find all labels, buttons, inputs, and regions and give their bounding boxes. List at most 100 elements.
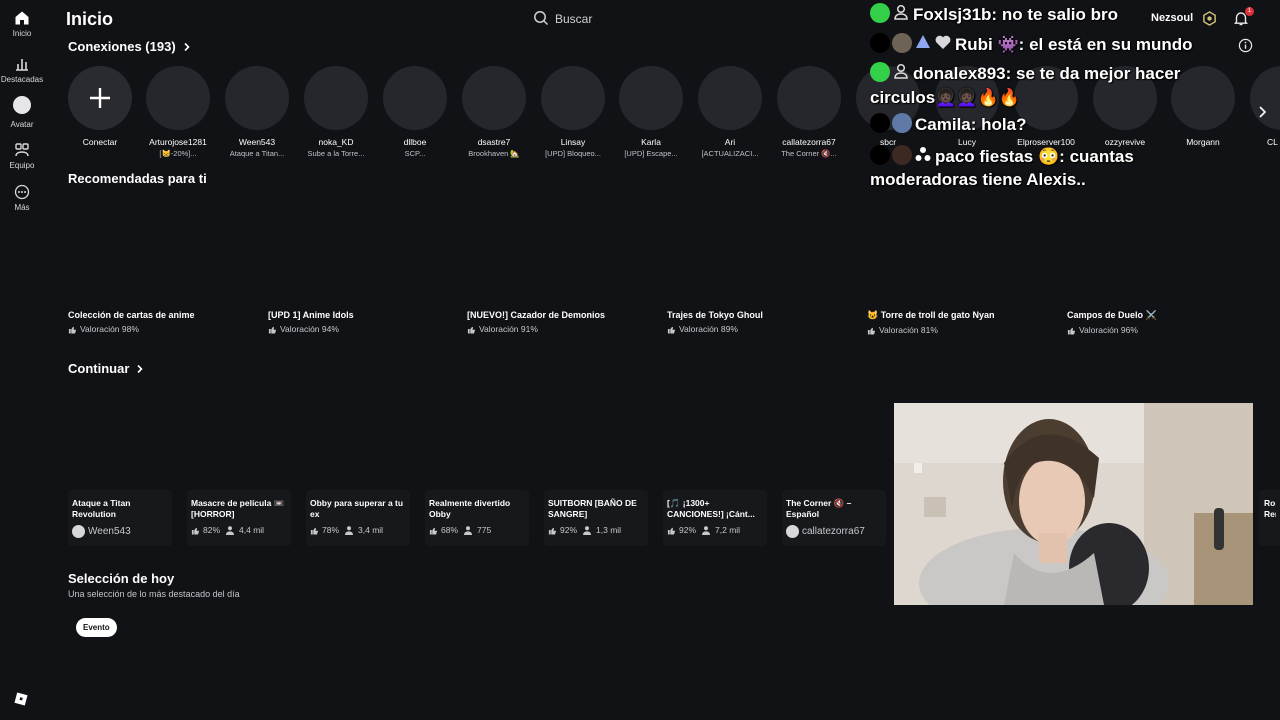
- chat-message: paco fiestas 😳: cuantas: [870, 145, 1134, 168]
- continue-heading[interactable]: Continuar: [68, 361, 145, 376]
- chat-message-continued: moderadoras tiene Alexis..: [870, 169, 1086, 191]
- chat-text: circulos👩🏿‍🦱👩🏿‍🦱🔥🔥: [870, 88, 1020, 107]
- friend-name: Conectar: [82, 137, 118, 147]
- avatar: [698, 66, 762, 130]
- friend-tile[interactable]: dllboe SCP...: [376, 66, 454, 158]
- game-meta: 92% 7,2 mil: [667, 525, 763, 535]
- players-icon: [345, 525, 354, 535]
- game-title: Obby para superar a tu ex: [310, 498, 404, 519]
- chat-text: moderadoras tiene Alexis..: [870, 170, 1086, 189]
- chevron-right-icon: [137, 364, 144, 373]
- continue-title: Continuar: [68, 361, 130, 376]
- scroll-right-arrow-icon[interactable]: [1254, 104, 1270, 120]
- page-title: Inicio: [66, 9, 114, 29]
- thumbs-up-icon: [1067, 327, 1076, 335]
- game-title: Campos de Duelo ⚔️: [1067, 310, 1157, 320]
- creator-name: callatezorra67: [802, 526, 865, 537]
- username[interactable]: Nezsoul: [1151, 12, 1193, 24]
- continue-card[interactable]: SUITBORN [BAÑO DE SANGRE] 92% 1,3 mil: [544, 490, 648, 546]
- thumbs-up-icon: [68, 326, 77, 334]
- game-card[interactable]: 😺 Torre de troll de gato Nyan Valoración…: [867, 195, 1053, 335]
- game-title: [NUEVO!] Cazador de Demonios: [467, 310, 606, 320]
- nav-item-destacadas[interactable]: Destacadas: [0, 56, 44, 84]
- connections-title: Conexiones (193): [68, 39, 176, 54]
- friend-status: [UPD] Escape...: [624, 149, 678, 158]
- nav-item-home[interactable]: Inicio: [0, 10, 44, 38]
- players-text: 1,3 mil: [596, 525, 622, 535]
- game-card[interactable]: Trajes de Tokyo Ghoul Valoración 89%: [667, 195, 853, 334]
- add-connection-button[interactable]: Conectar: [61, 66, 139, 147]
- notification-badge: 1: [1245, 7, 1254, 16]
- game-meta: 82% 4,4 mil: [191, 525, 287, 535]
- players-text: 775: [477, 525, 492, 535]
- friend-name: Arturojose1281: [149, 137, 207, 147]
- game-title: Colección de cartas de anime: [68, 310, 195, 320]
- avatar: [777, 66, 841, 130]
- game-title: Ataque a Titan Revolution: [72, 498, 131, 519]
- chat-text: el está en su mundo: [1029, 35, 1193, 54]
- rating-text: Valoración 98%: [80, 324, 139, 334]
- group-icon: [14, 142, 30, 158]
- chevron-right-icon: [184, 42, 190, 51]
- search-bar[interactable]: Buscar: [533, 10, 592, 28]
- continue-card[interactable]: Masacre de película 📼 [HORROR] 82% 4,4 m…: [187, 490, 291, 546]
- search-icon: [533, 10, 549, 29]
- left-nav-rail: Inicio Destacadas Avatar Equipo Más: [0, 0, 44, 720]
- friend-tile[interactable]: noka_KD Sube a la Torre...: [297, 66, 375, 158]
- chat-text: cuantas: [1069, 147, 1134, 166]
- rating-text: Valoración 91%: [479, 324, 538, 334]
- connections-heading[interactable]: Conexiones (193): [68, 39, 192, 54]
- nav-item-mas[interactable]: Más: [0, 184, 44, 212]
- game-card[interactable]: [UPD 1] Anime Idols Valoración 94%: [268, 195, 454, 334]
- players-text: 7,2 mil: [715, 525, 741, 535]
- info-icon[interactable]: [1238, 38, 1253, 53]
- continue-card[interactable]: Obby para superar a tu ex 78% 3,4 mil: [306, 490, 410, 546]
- rating-text: 68%: [441, 525, 459, 535]
- friend-tile[interactable]: callatezorra67 The Corner 🔇...: [770, 66, 848, 158]
- creator-avatar: [786, 525, 799, 538]
- friend-tile[interactable]: dsastre7 Brookhaven 🏡: [455, 66, 533, 158]
- chat-avatar: [892, 145, 912, 165]
- robux-icon[interactable]: [1202, 11, 1217, 26]
- friend-status: Sube a la Torre...: [307, 149, 365, 158]
- friend-tile[interactable]: Karla [UPD] Escape...: [612, 66, 690, 158]
- continue-card[interactable]: Ataque a Titan Revolution Ween543: [68, 490, 172, 546]
- thumbs-up-icon: [867, 327, 876, 335]
- avatar: [619, 66, 683, 130]
- game-card[interactable]: Campos de Duelo ⚔️ Valoración 96%: [1067, 195, 1253, 335]
- chart-icon: [14, 56, 30, 72]
- search-placeholder: Buscar: [555, 12, 593, 26]
- avatar: [541, 66, 605, 130]
- continue-card[interactable]: Realmente divertido Obby 68% 775: [425, 490, 529, 546]
- chat-username: Camila:: [915, 115, 977, 134]
- recommended-title: Recomendadas para ti: [68, 171, 207, 186]
- nav-item-avatar[interactable]: Avatar: [0, 96, 44, 129]
- friend-name: noka_KD: [318, 137, 354, 147]
- friend-name: Morgann: [1186, 137, 1220, 147]
- nav-label-destacadas: Destacadas: [0, 75, 44, 84]
- event-chip[interactable]: Evento: [76, 618, 117, 637]
- friend-status: [😸-20%]...: [159, 149, 197, 158]
- avatar-icon: [13, 96, 31, 114]
- thumbs-up-icon: [310, 527, 319, 535]
- chat-text: hola?: [981, 115, 1027, 134]
- chat-avatar: [892, 33, 912, 53]
- thumbs-up-icon: [429, 527, 438, 535]
- friend-tile[interactable]: Ari [ACTUALIZACI...: [691, 66, 769, 158]
- players-text: 3,4 mil: [358, 525, 384, 535]
- roblox-logo-icon[interactable]: [14, 692, 28, 706]
- continue-card[interactable]: The Corner 🔇 – Español callatezorra67: [782, 490, 886, 546]
- webcam-feed: [894, 403, 1253, 605]
- friend-tile[interactable]: Arturojose1281 [😸-20%]...: [139, 66, 217, 158]
- continue-card[interactable]: Rop Rem: [1259, 490, 1280, 546]
- tiktok-badge-icon: [870, 113, 890, 133]
- friend-tile[interactable]: Ween543 Ataque a Titan...: [218, 66, 296, 158]
- friend-tile[interactable]: Linsay [UPD] Bloqueo...: [534, 66, 612, 158]
- game-rating: Valoración 89%: [667, 324, 853, 334]
- thumbs-up-icon: [191, 527, 200, 535]
- game-card[interactable]: Colección de cartas de anime Valoración …: [68, 195, 254, 334]
- nav-item-equipo[interactable]: Equipo: [0, 142, 44, 170]
- continue-card[interactable]: [🎵 ¡1300+ CANCIONES!] ¡Cánt... 92% 7,2 m…: [663, 490, 767, 546]
- game-card[interactable]: [NUEVO!] Cazador de Demonios Valoración …: [467, 195, 653, 334]
- game-thumbnail: [1067, 195, 1253, 307]
